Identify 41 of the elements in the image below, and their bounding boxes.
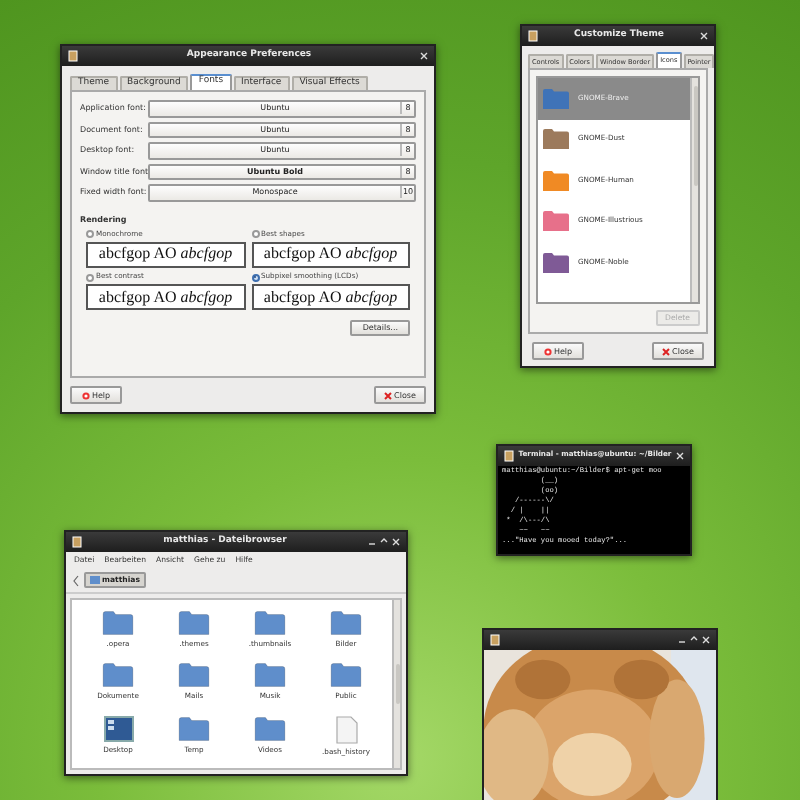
folder-icon — [102, 662, 134, 689]
folder-icon — [254, 609, 286, 636]
close-icon — [384, 391, 393, 399]
folder-icon — [330, 609, 362, 636]
home-folder-icon — [90, 576, 100, 584]
font-preview: abcfgop AO abcfgop — [251, 284, 410, 311]
app-icon — [72, 536, 82, 548]
desktop-icon — [103, 716, 133, 743]
maximize-icon[interactable] — [380, 538, 388, 546]
minimize-icon[interactable] — [368, 538, 376, 546]
close-icon[interactable] — [676, 452, 684, 460]
app-icon — [528, 30, 538, 42]
folder-icon — [102, 609, 134, 636]
close-icon[interactable] — [392, 538, 400, 546]
radio-button[interactable] — [251, 230, 259, 239]
app-icon — [490, 634, 500, 646]
scrollbar[interactable] — [392, 600, 400, 768]
folder-icon — [178, 609, 210, 636]
folder-icon — [254, 662, 286, 689]
folder-icon — [178, 716, 210, 743]
app-icon — [504, 450, 514, 462]
radio-button[interactable] — [86, 273, 94, 282]
font-preview: abcfgop AO abcfgop — [86, 284, 245, 311]
close-icon[interactable] — [420, 52, 428, 60]
app-icon — [68, 50, 78, 62]
close-icon[interactable] — [700, 32, 708, 40]
maximize-icon[interactable] — [690, 636, 698, 644]
folder-icon — [254, 716, 286, 743]
document-icon — [335, 715, 357, 744]
help-icon — [81, 391, 90, 399]
close-icon[interactable] — [702, 636, 710, 644]
radio-button[interactable] — [86, 230, 94, 239]
help-icon — [543, 347, 552, 355]
minimize-icon[interactable] — [678, 636, 686, 644]
close-icon — [662, 347, 671, 355]
folder-icon — [178, 662, 210, 689]
folder-icon — [330, 662, 362, 689]
scrollbar[interactable] — [690, 78, 698, 302]
font-preview: abcfgop AO abcfgop — [251, 241, 410, 268]
font-preview: abcfgop AO abcfgop — [86, 241, 245, 268]
radio-button[interactable] — [251, 273, 259, 282]
